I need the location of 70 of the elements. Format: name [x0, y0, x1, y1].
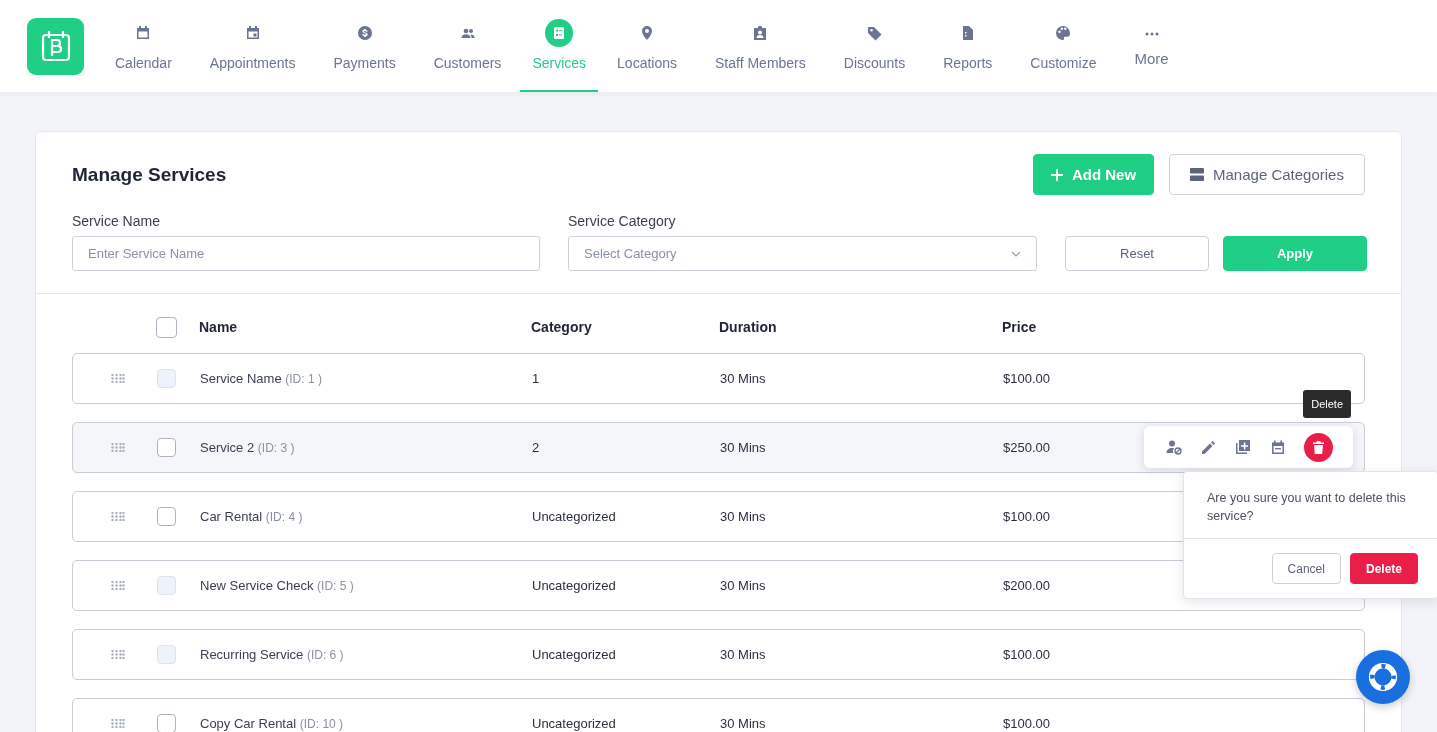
- nav-tab[interactable]: Customers: [414, 0, 521, 92]
- pencil-icon[interactable]: [1201, 439, 1217, 455]
- list-icon: [545, 19, 574, 47]
- category-cell: Uncategorized: [532, 647, 616, 662]
- duration-cell: 30 Mins: [720, 716, 766, 731]
- row-checkbox[interactable]: [157, 438, 176, 457]
- category-dropdown[interactable]: Select Category: [568, 236, 1037, 271]
- trash-icon: [1313, 440, 1325, 454]
- drag-handle-icon[interactable]: [111, 719, 125, 728]
- service-row[interactable]: Copy Car Rental (ID: 10 ) Uncategorized 30 Mins $100.00: [72, 698, 1365, 732]
- nav-tab[interactable]: Locations: [598, 0, 696, 92]
- price-cell: $100.00: [1003, 647, 1050, 662]
- column-header: Category: [531, 319, 593, 335]
- tooltip: Delete: [1303, 390, 1351, 418]
- field-label: Service Category: [568, 213, 677, 229]
- price-cell: $200.00: [1003, 578, 1050, 593]
- nav-tab[interactable]: Staff Members: [696, 0, 825, 92]
- row-checkbox[interactable]: [157, 507, 176, 526]
- nav-tab[interactable]: Reports: [924, 0, 1012, 92]
- nav-tab[interactable]: Appointments: [190, 0, 315, 92]
- user-block-icon[interactable]: [1165, 439, 1182, 455]
- service-name: Service Name (ID: 1 ): [200, 371, 322, 386]
- service-name-field[interactable]: Enter Service Name: [72, 236, 540, 271]
- more-icon: [1144, 31, 1159, 36]
- delete-button[interactable]: [1304, 432, 1334, 462]
- service-name: New Service Check (ID: 5 ): [200, 578, 354, 593]
- manage-categories-button[interactable]: Manage Categories: [1169, 154, 1365, 195]
- service-name: Recurring Service (ID: 6 ): [200, 647, 344, 662]
- nav-tab[interactable]: Discounts: [824, 0, 925, 92]
- service-name: Copy Car Rental (ID: 10 ): [200, 716, 344, 731]
- duration-cell: 30 Mins: [720, 647, 766, 662]
- row-checkbox[interactable]: [157, 714, 176, 732]
- nav-tab[interactable]: Customize: [1011, 0, 1116, 92]
- lifebuoy-icon: [1368, 662, 1398, 692]
- chevron-down-icon: [1011, 250, 1021, 257]
- select-all-checkbox[interactable]: [156, 316, 177, 338]
- column-header: Name: [199, 319, 239, 335]
- field-label: Service Name: [72, 213, 161, 229]
- category-cell: Uncategorized: [532, 716, 616, 731]
- price-cell: $100.00: [1003, 371, 1050, 386]
- delete-button[interactable]: Delete: [1349, 553, 1418, 584]
- column-header: Duration: [719, 319, 778, 335]
- nav-tab[interactable]: Calendar: [96, 0, 191, 92]
- confirm-message: Are you sure you want to delete this service?: [1184, 472, 1437, 539]
- plus-icon: [1050, 168, 1063, 181]
- more-menu[interactable]: More: [1115, 0, 1188, 92]
- drag-handle-icon[interactable]: [111, 512, 125, 521]
- calendar-icon[interactable]: [1270, 439, 1285, 455]
- category-cell: 1: [532, 371, 540, 386]
- cancel-button[interactable]: Cancel: [1271, 553, 1341, 584]
- page-title: Manage Services: [72, 163, 228, 186]
- category-cell: Uncategorized: [532, 578, 616, 593]
- category-cell: 2: [532, 440, 540, 455]
- reset-button[interactable]: Reset: [1065, 236, 1209, 271]
- duration-cell: 30 Mins: [720, 509, 766, 524]
- add-copy-icon[interactable]: [1235, 439, 1252, 455]
- service-name: Car Rental (ID: 4 ): [200, 509, 303, 524]
- logo-icon[interactable]: [27, 17, 84, 75]
- column-header: Price: [1002, 319, 1038, 335]
- price-cell: $100.00: [1003, 509, 1050, 524]
- drag-handle-icon[interactable]: [111, 443, 125, 452]
- category-cell: Uncategorized: [532, 509, 616, 524]
- nav-tab[interactable]: Payments: [314, 0, 415, 92]
- duration-cell: 30 Mins: [720, 440, 766, 455]
- price-cell: $100.00: [1003, 716, 1050, 731]
- server-icon: [1190, 168, 1205, 181]
- duration-cell: 30 Mins: [720, 371, 766, 386]
- price-cell: $250.00: [1003, 440, 1050, 455]
- duration-cell: 30 Mins: [720, 578, 766, 593]
- service-name: Service 2 (ID: 3 ): [200, 440, 295, 455]
